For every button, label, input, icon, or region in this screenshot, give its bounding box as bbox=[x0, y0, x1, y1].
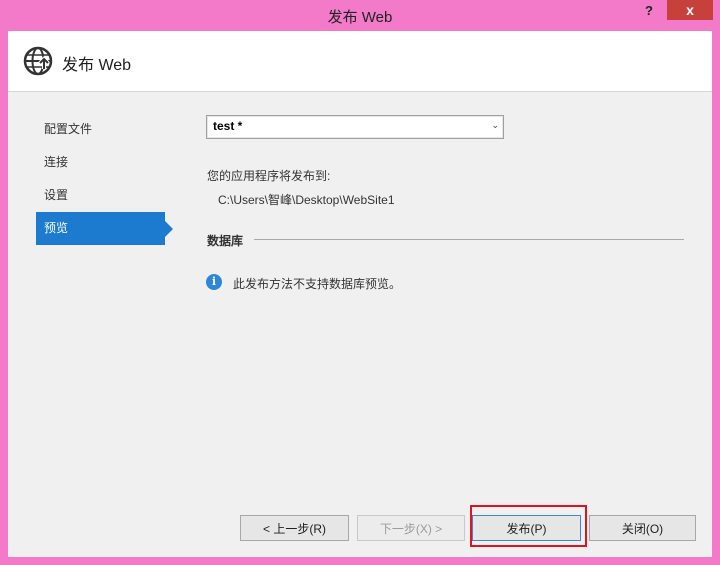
nav-item-settings[interactable]: 设置 bbox=[36, 179, 176, 212]
publish-target-label: 您的应用程序将发布到: bbox=[207, 169, 331, 183]
chevron-down-icon: ⌄ bbox=[491, 120, 499, 130]
previous-button[interactable]: < 上一步(R) bbox=[240, 515, 349, 541]
profile-select-value: test * bbox=[213, 119, 243, 133]
database-section-divider bbox=[254, 239, 684, 240]
publish-web-dialog: 发布 Web ? x 发布 Web 配置文件 连接 设置 预览 test * ⌄… bbox=[0, 0, 720, 565]
globe-publish-icon bbox=[23, 46, 53, 76]
wizard-nav: 配置文件 连接 设置 预览 bbox=[36, 113, 176, 245]
help-button[interactable]: ? bbox=[636, 0, 662, 22]
close-button[interactable]: 关闭(O) bbox=[589, 515, 696, 541]
database-preview-message: 此发布方法不支持数据库预览。 bbox=[233, 277, 402, 291]
page-title: 发布 Web bbox=[62, 57, 132, 74]
info-icon: i bbox=[206, 274, 222, 290]
title-bar[interactable]: 发布 Web ? x bbox=[0, 0, 720, 30]
close-window-button[interactable]: x bbox=[667, 0, 713, 20]
window-title: 发布 Web bbox=[327, 9, 393, 26]
nav-item-preview[interactable]: 预览 bbox=[36, 212, 173, 245]
database-section-title: 数据库 bbox=[207, 234, 244, 248]
next-button[interactable]: 下一步(X) > bbox=[357, 515, 465, 541]
dialog-client-area: 发布 Web 配置文件 连接 设置 预览 test * ⌄ 您的应用程序将发布到… bbox=[8, 31, 712, 557]
publish-target-path: C:\Users\智峰\Desktop\WebSite1 bbox=[218, 193, 395, 207]
publish-button-highlight bbox=[470, 505, 587, 547]
nav-item-connection[interactable]: 连接 bbox=[36, 146, 176, 179]
profile-select[interactable]: test * ⌄ bbox=[206, 115, 504, 139]
nav-item-profile[interactable]: 配置文件 bbox=[36, 113, 176, 146]
dialog-header: 发布 Web bbox=[8, 31, 712, 92]
